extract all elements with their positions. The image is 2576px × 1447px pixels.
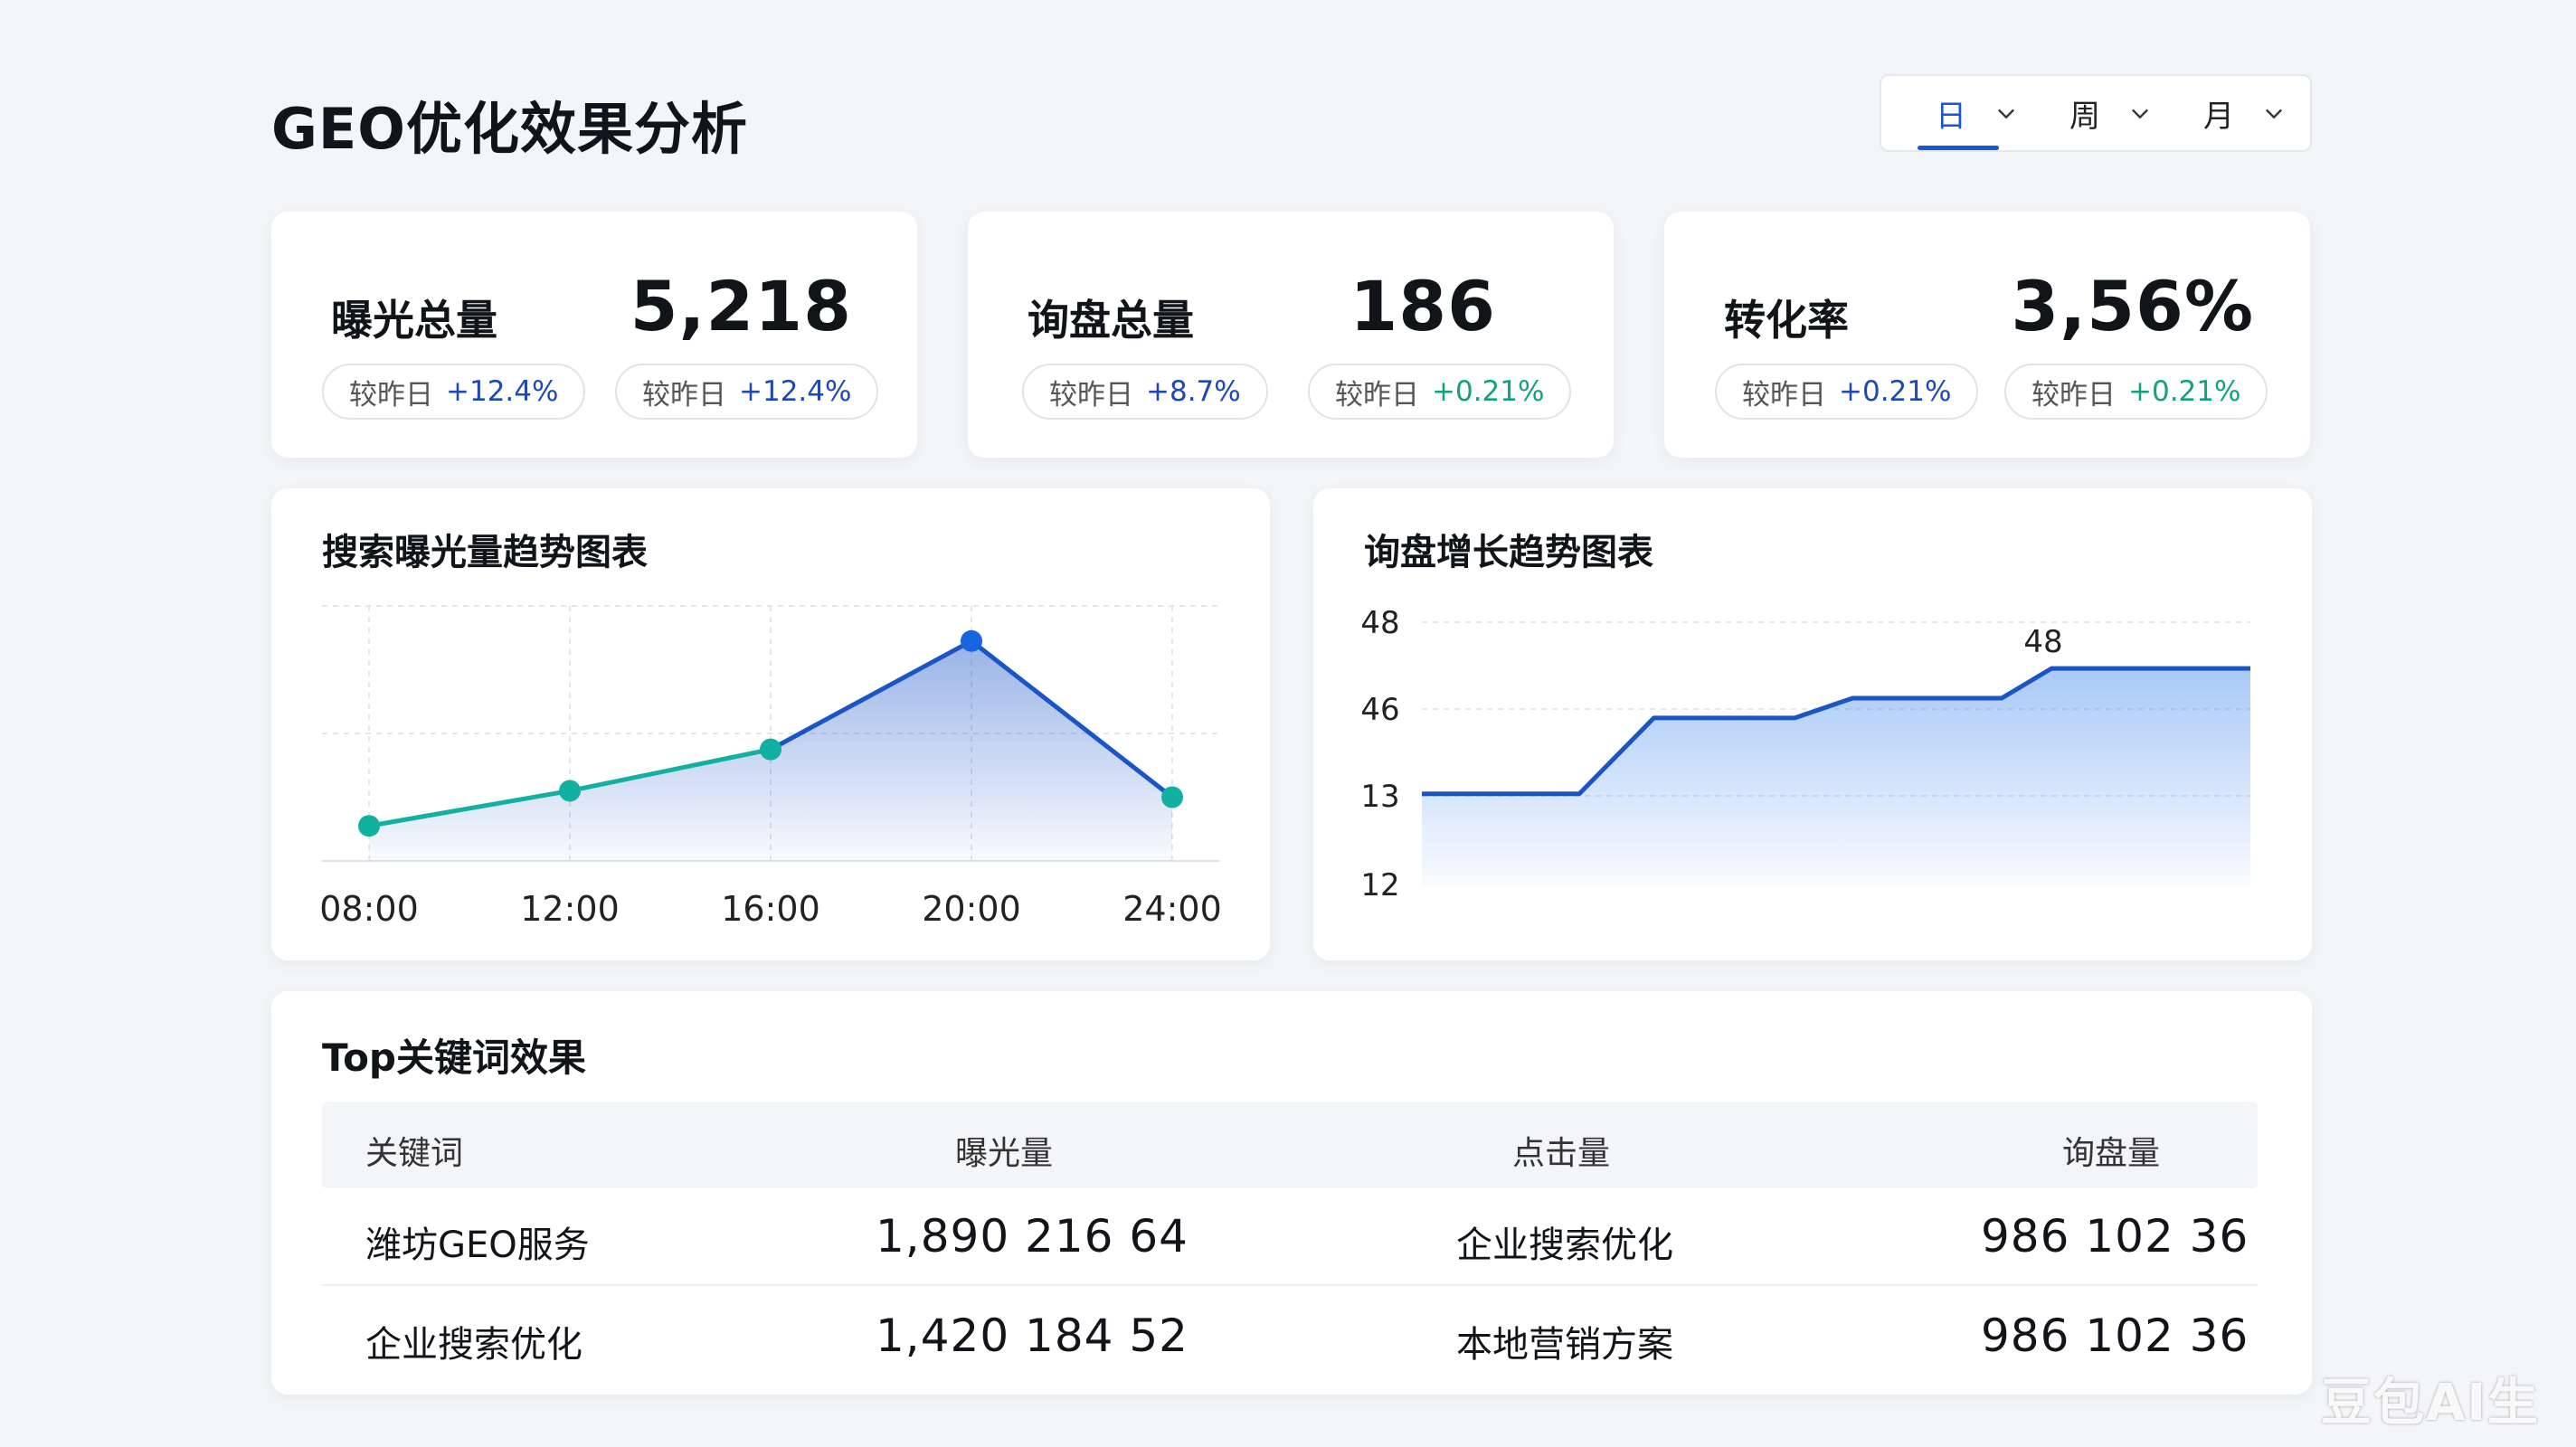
header-exposure: 曝光量 xyxy=(955,1135,1054,1172)
table-row[interactable]: 潍坊GEO服务 1,890 216 64 企业搜索优化 986 102 36 xyxy=(322,1188,2258,1286)
inquiry-trend-card: 询盘增长趋势图表 48 46 13 12 48 xyxy=(1313,488,2312,960)
table-title: Top关键词效果 xyxy=(322,1036,586,1080)
chevron-down-icon xyxy=(2132,109,2148,119)
cell-keyword: 潍坊GEO服务 xyxy=(365,1225,590,1266)
kpi-value: 3,56% xyxy=(2011,266,2254,346)
cell-exposure: 1,420 184 52 xyxy=(876,1310,1189,1362)
watermark: 豆包AI生成 xyxy=(2321,1374,2541,1433)
area-fill xyxy=(1422,668,2250,886)
compare-label: 较昨日 xyxy=(1335,378,1419,411)
x-tick-label: 20:00 xyxy=(922,889,1021,929)
kpi-card-conversion: 转化率 3,56% 较昨日 +0.21% 较昨日 +0.21% xyxy=(1664,212,2310,458)
x-tick-label: 12:00 xyxy=(520,889,620,929)
range-day-label: 日 xyxy=(1936,98,1966,135)
y-tick-label: 12 xyxy=(1360,867,1399,903)
exposure-trend-card: 搜索曝光量趋势图表 08:00 12:00 16:00 20:00 24:00 xyxy=(271,488,1270,960)
time-range-switch: 日 周 月 xyxy=(1880,74,2312,152)
exposure-trend-chart: 08:00 12:00 16:00 20:00 24:00 xyxy=(319,605,1222,929)
kpi-value: 186 xyxy=(1350,266,1496,346)
kpi-label: 转化率 xyxy=(1724,296,1849,345)
kpi-change-pill: 较昨日 +12.4% xyxy=(615,364,879,420)
cell-inquiries: 986 102 36 xyxy=(1981,1210,2249,1263)
kpi-card-inquiry: 询盘总量 186 较昨日 +8.7% 较昨日 +0.21% xyxy=(968,212,1614,458)
header-clicks: 点击量 xyxy=(1512,1135,1611,1172)
range-month-tab[interactable]: 月 xyxy=(2167,76,2301,150)
kpi-change-pill: 较昨日 +8.7% xyxy=(1022,364,1268,420)
kpi-label: 曝光总量 xyxy=(331,296,497,345)
data-point xyxy=(1161,786,1183,809)
cell-exposure: 1,890 216 64 xyxy=(876,1210,1189,1263)
x-tick-label: 24:00 xyxy=(1122,889,1222,929)
x-tick-label: 08:00 xyxy=(319,889,419,929)
kpi-card-exposure: 曝光总量 5,218 较昨日 +12.4% 较昨日 +12.4% xyxy=(271,212,917,458)
range-day-tab[interactable]: 日 xyxy=(1899,76,2033,150)
change-value: +0.21% xyxy=(2128,375,2241,408)
kpi-change-pill: 较昨日 +0.21% xyxy=(1308,364,1572,420)
range-week-label: 周 xyxy=(2069,98,2100,135)
header-keyword: 关键词 xyxy=(365,1135,464,1172)
table-header: 关键词 曝光量 点击量 询盘量 xyxy=(322,1102,2258,1188)
chevron-down-icon xyxy=(2266,109,2282,119)
cell-inquiries: 986 102 36 xyxy=(1981,1310,2249,1362)
data-point xyxy=(559,780,581,802)
kpi-value: 5,218 xyxy=(630,266,852,346)
data-label: 48 xyxy=(2023,624,2062,660)
kpi-label: 询盘总量 xyxy=(1028,296,1194,345)
range-week-tab[interactable]: 周 xyxy=(2033,76,2167,150)
change-value: +0.21% xyxy=(1432,375,1545,408)
top-keywords-card: Top关键词效果 关键词 曝光量 点击量 询盘量 潍坊GEO服务 1,890 2… xyxy=(271,991,2312,1395)
page-title: GEO优化效果分析 xyxy=(271,96,748,162)
compare-label: 较昨日 xyxy=(349,378,433,411)
compare-label: 较昨日 xyxy=(1049,378,1133,411)
compare-label: 较昨日 xyxy=(642,378,726,411)
kpi-change-pill: 较昨日 +0.21% xyxy=(1715,364,1979,420)
y-tick-label: 46 xyxy=(1360,692,1399,728)
cell-keyword: 企业搜索优化 xyxy=(365,1324,582,1366)
compare-label: 较昨日 xyxy=(1742,378,1826,411)
data-point xyxy=(760,738,781,761)
cell-clicks: 企业搜索优化 xyxy=(1456,1225,1673,1266)
y-tick-label: 13 xyxy=(1360,779,1399,815)
table-row[interactable]: 企业搜索优化 1,420 184 52 本地营销方案 986 102 36 xyxy=(322,1288,2258,1386)
x-tick-label: 16:00 xyxy=(721,889,820,929)
range-month-label: 月 xyxy=(2203,98,2234,135)
y-tick-label: 48 xyxy=(1360,605,1399,641)
cell-clicks: 本地营销方案 xyxy=(1456,1324,1673,1366)
inquiry-trend-chart: 48 46 13 12 48 xyxy=(1360,605,2250,903)
change-value: +12.4% xyxy=(739,375,852,408)
compare-label: 较昨日 xyxy=(2031,378,2116,411)
chevron-down-icon xyxy=(1998,109,2014,119)
change-value: +0.21% xyxy=(1839,375,1952,408)
data-point xyxy=(961,629,982,652)
data-point xyxy=(358,815,380,837)
header-inquiries: 询盘量 xyxy=(2062,1135,2161,1172)
kpi-change-pill: 较昨日 +0.21% xyxy=(2004,364,2268,420)
kpi-change-pill: 较昨日 +12.4% xyxy=(322,364,586,420)
change-value: +8.7% xyxy=(1146,375,1241,408)
change-value: +12.4% xyxy=(446,375,559,408)
